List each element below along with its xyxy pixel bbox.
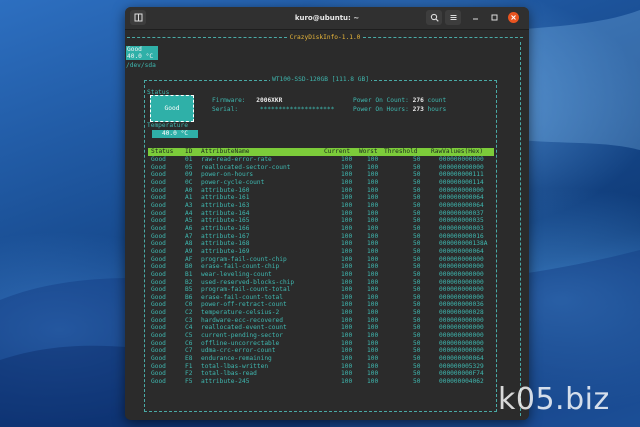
close-button[interactable] xyxy=(508,12,519,23)
table-row: Good AF program-fail-count-chip 100 100 50 000… xyxy=(148,256,494,264)
table-row: Good A7 attribute-167 100 100 50 000000000016 xyxy=(148,233,494,241)
table-row: Good B5 program-fail-count-total 100 100 50 00… xyxy=(148,286,494,294)
table-row: Good C7 udma-crc-error-count 100 100 50 000000… xyxy=(148,347,494,355)
table-row: Good A1 attribute-161 100 100 50 000000000064 xyxy=(148,194,494,202)
row-worst: 100 xyxy=(367,378,379,386)
row-current: 100 xyxy=(341,378,353,386)
serial-row: Serial: ******************** xyxy=(212,106,334,113)
table-row: Good C6 offline-uncorrectable 100 100 50 00000… xyxy=(148,340,494,348)
row-status: Good xyxy=(151,378,166,386)
table-row: Good C4 reallocated-event-count 100 100 50 000… xyxy=(148,324,494,332)
power-on-hours-label: Power On Hours: xyxy=(353,106,409,113)
maximize-icon xyxy=(491,14,498,21)
temperature-label: Temperature xyxy=(147,122,188,129)
minimize-button[interactable] xyxy=(470,12,481,23)
power-on-count-value: 276 xyxy=(412,97,424,104)
window-title: kuro@ubuntu: ~ xyxy=(294,14,360,22)
watermark: k05.biz xyxy=(498,382,610,417)
power-on-count-label: Power On Count: xyxy=(353,97,409,104)
table-body: Good 01 raw-read-error-rate 100 100 50 0000000… xyxy=(148,156,494,386)
table-row: Good 09 power-on-hours 100 100 50 000000000111 xyxy=(148,171,494,179)
power-on-count-unit: count xyxy=(427,97,447,104)
table-row: Good B6 erase-fail-count-total 100 100 50 0000… xyxy=(148,294,494,302)
minimize-icon xyxy=(473,18,478,20)
table-row: Good C5 current-pending-sector 100 100 50 0000… xyxy=(148,332,494,340)
close-icon xyxy=(511,15,516,20)
terminal-area[interactable]: CrazyDiskInfo-1.1.0 Good 40.0 °C /dev/sd… xyxy=(125,30,529,420)
maximize-button[interactable] xyxy=(489,12,500,23)
table-row: Good A6 attribute-166 100 100 50 000000000003 xyxy=(148,225,494,233)
firmware-label: Firmware: xyxy=(212,97,246,104)
title-bar: kuro@ubuntu: ~ xyxy=(125,7,529,30)
terminal-window: kuro@ubuntu: ~ CrazyDiskInfo-1.1.0 Good … xyxy=(125,7,529,420)
table-row: Good A8 attribute-168 100 100 50 000000000138A xyxy=(148,240,494,248)
serial-label: Serial: xyxy=(212,106,239,113)
col-status: Status xyxy=(151,148,174,155)
table-row: Good F1 total-lbas-written 100 100 50 00000000… xyxy=(148,363,494,371)
status-value: Good xyxy=(164,105,180,112)
col-id: ID xyxy=(185,148,193,155)
table-row: Good A5 attribute-165 100 100 50 000000000035 xyxy=(148,217,494,225)
power-on-hours-value: 273 xyxy=(412,106,424,113)
sidebar-device: /dev/sda xyxy=(126,62,156,69)
table-row: Good 05 reallocated-sector-count 100 100 50 00… xyxy=(148,164,494,172)
table-row: Good A9 attribute-169 100 100 50 000000000064 xyxy=(148,248,494,256)
col-raw-values: RawValues(Hex) xyxy=(431,148,484,155)
table-row: Good C0 power-off-retract-count 100 100 50 000… xyxy=(148,301,494,309)
table-row: Good A4 attribute-164 100 100 50 000000000037 xyxy=(148,210,494,218)
app-header: CrazyDiskInfo-1.1.0 xyxy=(127,33,523,41)
menu-button[interactable] xyxy=(445,10,461,25)
power-on-count-row: Power On Count: 276 count xyxy=(353,97,446,104)
temperature-value: 40.0 °C xyxy=(152,130,198,138)
row-raw-value: 000000004062 xyxy=(439,378,484,386)
table-row: Good A0 attribute-160 100 100 50 000000000000 xyxy=(148,187,494,195)
col-worst: Worst xyxy=(359,148,378,155)
firmware-value: 2006XKR xyxy=(256,97,283,104)
table-row: Good A3 attribute-163 100 100 50 000000000064 xyxy=(148,202,494,210)
col-attribute-name: AttributeName xyxy=(201,148,250,155)
disk-title-text: WT100-SSD-120GB [111.8 GB] xyxy=(270,76,371,83)
table-row: Good 01 raw-read-error-rate 100 100 50 0000000… xyxy=(148,156,494,164)
table-header: Status ID AttributeName Current Worst Th… xyxy=(148,148,494,156)
col-current: Current xyxy=(324,148,351,155)
search-icon xyxy=(430,13,439,22)
app-title: CrazyDiskInfo-1.1.0 xyxy=(289,33,361,41)
serial-value: ******************** xyxy=(259,106,335,113)
sidebar-temp: 40.0 °C xyxy=(127,53,154,60)
power-on-hours-row: Power On Hours: 273 hours xyxy=(353,106,446,113)
firmware-row: Firmware: 2006XKR xyxy=(212,97,282,104)
table-row: Good C3 hardware-ecc-recovered 100 100 50 0000… xyxy=(148,317,494,325)
smart-attribute-table: Status ID AttributeName Current Worst Th… xyxy=(148,148,494,386)
table-row: Good B1 wear-leveling-count 100 100 50 0000000… xyxy=(148,271,494,279)
search-button[interactable] xyxy=(426,10,442,25)
power-on-hours-unit: hours xyxy=(427,106,447,113)
row-threshold: 50 xyxy=(413,378,421,386)
row-id: F5 xyxy=(185,378,193,386)
right-border xyxy=(520,42,521,416)
table-row: Good F2 total-lbas-read 100 100 50 000000000F7… xyxy=(148,370,494,378)
disk-title: WT100-SSD-120GB [111.8 GB] xyxy=(145,76,496,84)
table-row: Good F5 attribute-245 100 100 50 000000004062 xyxy=(148,378,494,386)
table-row: Good B2 used-reserved-blocks-chip 100 100 50 0… xyxy=(148,279,494,287)
col-threshold: Threshold xyxy=(384,148,418,155)
row-attribute-name: attribute-245 xyxy=(201,378,250,386)
hamburger-menu-icon xyxy=(450,15,456,20)
status-box: Good xyxy=(150,95,194,122)
table-row: Good E8 endurance-remaining 100 100 50 0000000… xyxy=(148,355,494,363)
table-row: Good C2 temperature-celsius-2 100 100 50 00000… xyxy=(148,309,494,317)
table-row: Good B0 erase-fail-count-chip 100 100 50 00000… xyxy=(148,263,494,271)
sidebar-selected-disk[interactable]: Good 40.0 °C xyxy=(126,46,158,60)
table-row: Good 0C power-cycle-count 100 100 50 000000000… xyxy=(148,179,494,187)
sidebar-status: Good xyxy=(127,46,142,53)
